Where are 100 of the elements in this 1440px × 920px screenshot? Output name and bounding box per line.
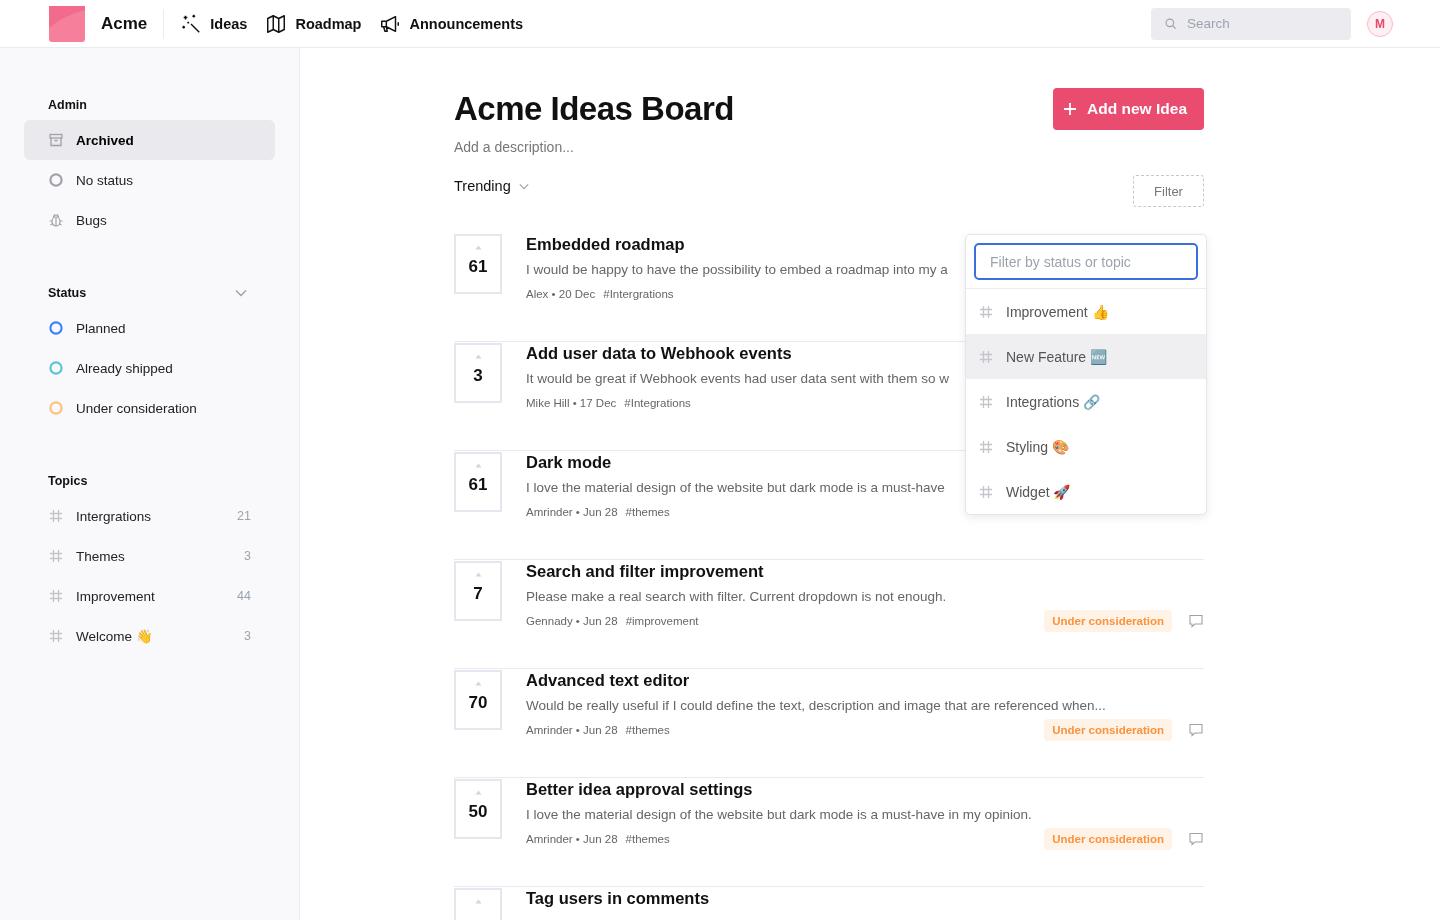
nav-link[interactable]: Announcements: [379, 12, 524, 35]
description-field[interactable]: Add a description...: [454, 139, 574, 155]
sidebar-item[interactable]: Welcome 👋 3: [24, 616, 275, 656]
idea-meta: Amrinder • Jun 28: [526, 506, 618, 518]
comment-icon[interactable]: [1188, 831, 1204, 847]
upvote-icon: [474, 354, 482, 359]
vote-box[interactable]: 70: [454, 670, 502, 730]
hash-icon: [48, 628, 64, 644]
sidebar-label: Welcome 👋: [76, 628, 154, 644]
hash-icon: [978, 483, 994, 500]
sidebar-item[interactable]: Planned: [24, 308, 275, 348]
board-title: Acme Ideas Board: [454, 90, 734, 128]
filter-option[interactable]: Integrations 🔗: [966, 379, 1206, 424]
sidebar-label: Improvement: [76, 588, 156, 604]
sidebar-item[interactable]: Intergrations 21: [24, 496, 275, 536]
idea-description: I would be happy to have the possibility to embed a roadmap into my a: [526, 262, 948, 277]
idea-tag[interactable]: #improvement: [625, 615, 699, 627]
section-heading: Status: [48, 286, 87, 300]
upvote-icon: [474, 681, 482, 686]
status-badge: Under consideration: [1044, 828, 1172, 850]
idea-tag[interactable]: #themes: [625, 724, 670, 736]
upvote-icon: [474, 572, 482, 577]
search-icon: [1164, 16, 1178, 31]
vote-box[interactable]: 50: [454, 779, 502, 839]
hash-icon: [48, 508, 64, 524]
nav-link[interactable]: Ideas: [180, 12, 248, 35]
hash-icon: [978, 393, 994, 410]
sidebar-label: Under consideration: [76, 400, 198, 416]
map-icon: [265, 12, 288, 35]
idea-description: It would be great if Webhook events had user data sent with them so w: [526, 371, 949, 386]
sidebar-item[interactable]: Already shipped: [24, 348, 275, 388]
hash-icon: [48, 588, 64, 604]
status-badge: Under consideration: [1044, 719, 1172, 741]
sidebar-item[interactable]: Bugs: [24, 200, 275, 240]
vote-box[interactable]: 61: [454, 452, 502, 512]
sidebar-item[interactable]: Themes 3: [24, 536, 275, 576]
hash-icon: [978, 303, 994, 320]
topic-count: 3: [244, 629, 251, 643]
filter-button[interactable]: Filter: [1133, 175, 1204, 207]
add-idea-button[interactable]: Add new Idea: [1053, 88, 1204, 130]
sidebar-label: Archived: [76, 132, 135, 148]
idea-title[interactable]: Advanced text editor: [526, 671, 1204, 690]
idea-tag[interactable]: #Integrations: [624, 397, 691, 409]
idea-title[interactable]: Search and filter improvement: [526, 562, 1204, 581]
hash-icon: [48, 548, 64, 564]
upvote-icon: [474, 899, 482, 904]
topic-count: 3: [244, 549, 251, 563]
sidebar-label: Themes: [76, 548, 126, 564]
vote-count: 50: [468, 802, 488, 822]
brand-name: Acme: [101, 13, 148, 34]
filter-option[interactable]: Styling 🎨: [966, 424, 1206, 469]
sidebar-item[interactable]: No status: [24, 160, 275, 200]
idea-tag[interactable]: #themes: [625, 506, 670, 518]
vote-box[interactable]: 3: [454, 343, 502, 403]
sidebar-item[interactable]: Under consideration: [24, 388, 275, 428]
nav-link[interactable]: Roadmap: [265, 12, 362, 35]
sort-dropdown[interactable]: Trending: [454, 176, 529, 196]
idea-tag[interactable]: #themes: [625, 833, 670, 845]
topic-count: 21: [237, 509, 251, 523]
plus-icon: [1063, 102, 1078, 116]
chevron-down-icon[interactable]: [235, 289, 247, 297]
idea-description: I love the material design of the website but dark mode is a must-have: [526, 480, 945, 495]
vote-count: 3: [473, 366, 483, 386]
search-field[interactable]: Search: [1151, 7, 1351, 40]
vote-count: 61: [468, 475, 488, 495]
sidebar-label: No status: [76, 172, 135, 188]
section-heading: Topics: [48, 474, 88, 488]
vote-box[interactable]: 7: [454, 561, 502, 621]
idea-title[interactable]: Better idea approval settings: [526, 780, 1204, 799]
upvote-icon: [474, 790, 482, 795]
filter-option[interactable]: Improvement 👍: [966, 289, 1206, 334]
sidebar-label: Bugs: [76, 212, 108, 228]
logo-icon: [49, 5, 85, 42]
section-heading: Admin: [48, 98, 87, 112]
archive-icon: [48, 132, 64, 148]
idea-meta: Mike Hill • 17 Dec: [526, 397, 617, 409]
filter-option[interactable]: New Feature 🆕: [966, 334, 1206, 379]
vote-box[interactable]: 61: [454, 234, 502, 294]
comment-icon[interactable]: [1188, 722, 1204, 738]
idea-title[interactable]: Tag users in comments: [526, 889, 1204, 908]
magic-wand-icon: [180, 12, 203, 35]
idea-meta: Gennady • Jun 28: [526, 615, 618, 627]
idea-description: Would be really useful if I could define the text, description and image that are referenced when...: [526, 698, 1106, 713]
filter-option[interactable]: Widget 🚀: [966, 469, 1206, 514]
upvote-icon: [474, 245, 482, 250]
vote-count: 70: [468, 693, 488, 713]
idea-meta: Amrinder • Jun 28: [526, 833, 618, 845]
sidebar-item[interactable]: Improvement 44: [24, 576, 275, 616]
filter-input[interactable]: Filter by status or topic: [974, 243, 1198, 280]
vote-count: 7: [473, 584, 483, 604]
sidebar-label: Planned: [76, 320, 127, 336]
idea-tag[interactable]: #Intergrations: [603, 288, 674, 300]
idea-meta: Amrinder • Jun 28: [526, 724, 618, 736]
idea-description: Please make a real search with filter. Current dropdown is not enough.: [526, 589, 947, 604]
sidebar-label: Already shipped: [76, 360, 174, 376]
hash-icon: [978, 438, 994, 455]
sidebar-label: Intergrations: [76, 508, 153, 524]
upvote-icon: [474, 463, 482, 468]
comment-icon[interactable]: [1188, 613, 1204, 629]
sidebar-item[interactable]: Archived: [24, 120, 275, 160]
